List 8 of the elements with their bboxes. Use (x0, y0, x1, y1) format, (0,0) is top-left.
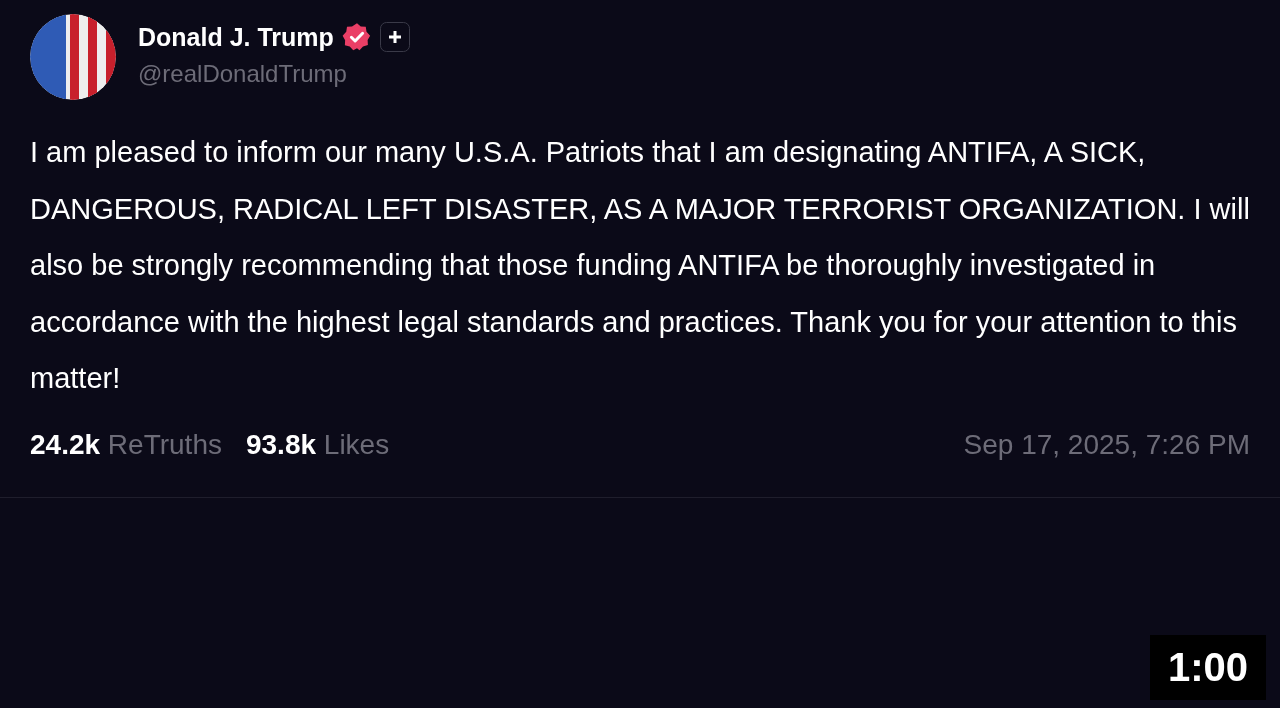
video-duration: 1:00 (1149, 635, 1266, 700)
post-text: I am pleased to inform our many U.S.A. Patriots that I am designating ANTIFA, A SICK, DANGEROUS, RADICAL LEFT DISASTER, AS A MAJOR TERRORIST ORGANIZATION. I will also be strongly recommending that those funding ANTIFA be thoroughly investigated in accordance with the highest legal standards and practices. Thank you for your attention to this matter! (30, 135, 1251, 396)
stat-count: 24.2k ReTruths (30, 428, 222, 461)
post-timestamp: Sep 17, 2025, 7:26 PM (963, 428, 1250, 461)
stat-count: 93.8k Likes (245, 428, 390, 461)
plus-icon[interactable] (379, 22, 410, 52)
author-handle[interactable]: @realDonaldTrump (138, 60, 410, 88)
author-name[interactable]: Donald J. Trump (138, 22, 334, 52)
